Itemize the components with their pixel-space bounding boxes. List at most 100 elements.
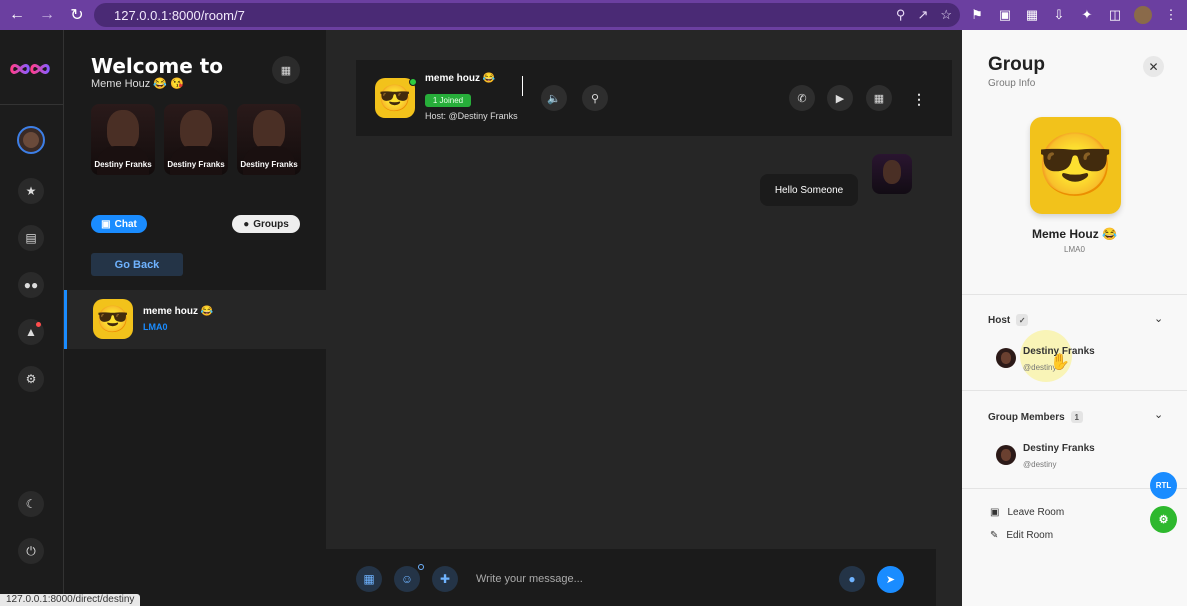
avatar[interactable] (996, 445, 1016, 465)
story-name: Destiny Franks (240, 160, 298, 169)
members-section-header[interactable]: Group Members 1 (988, 411, 1083, 423)
story-card[interactable]: Destiny Franks (91, 104, 155, 175)
zoom-icon[interactable]: ⚲ (896, 7, 906, 23)
edit-room-button[interactable]: ✎ Edit Room (990, 530, 1053, 541)
welcome-subtitle: Meme Houz 😂 😘 (91, 78, 184, 90)
sidebar-icon[interactable]: ◫ (1104, 4, 1126, 26)
settings-gear-icon[interactable]: ⚙ (1150, 506, 1177, 533)
extension-icon[interactable]: ▣ (994, 4, 1016, 26)
divider (962, 390, 1187, 391)
grid-icon[interactable]: ▦ (866, 85, 892, 111)
trash-icon: ▣ (990, 507, 1000, 518)
chat-bubble-icon: ▣ (101, 218, 111, 230)
sticker-icon[interactable]: ▦ (356, 566, 382, 592)
address-bar[interactable]: i 127.0.0.1:8000/room/7 ⚲ ↗ ☆ (94, 3, 1070, 47)
video-icon[interactable]: ▶ (827, 85, 853, 111)
room-name: meme houz 😂 (143, 306, 214, 317)
edit-icon: ✎ (990, 530, 999, 541)
star-icon[interactable]: ★ (18, 178, 44, 204)
bookmark-star-icon[interactable]: ☆ (940, 7, 952, 23)
app-logo[interactable] (6, 54, 56, 84)
chat-host: Host: @Destiny Franks (425, 111, 518, 121)
browser-toolbar: ← → ↻ i 127.0.0.1:8000/room/7 ⚲ ↗ ☆ ⚑ ▣ … (0, 0, 1187, 47)
room-avatar: 😎 (93, 299, 133, 339)
story-card[interactable]: Destiny Franks (164, 104, 228, 175)
story-card[interactable]: Destiny Franks (237, 104, 301, 175)
rail-divider (0, 104, 64, 105)
phone-icon[interactable]: ✆ (789, 85, 815, 111)
status-bar-url: 127.0.0.1:8000/direct/destiny (0, 594, 141, 606)
online-indicator (409, 78, 417, 86)
extension-icon[interactable]: ▦ (1021, 4, 1043, 26)
host-label: Host (988, 314, 1011, 326)
power-icon[interactable]: ⏻ (18, 538, 44, 564)
chat-button[interactable]: ▣ Chat (91, 215, 147, 233)
story-name: Destiny Franks (94, 160, 152, 169)
leave-room-button[interactable]: ▣ Leave Room (990, 507, 1064, 518)
room-list-item[interactable]: 😎 meme houz 😂 LMA0 (64, 290, 326, 349)
member-handle: @destiny (1023, 460, 1057, 469)
puzzle-icon[interactable]: ✦ (1076, 4, 1098, 26)
search-icon[interactable]: ⚲ (582, 85, 608, 111)
groups-label: Groups (253, 218, 289, 230)
bell-icon[interactable]: ▲ (18, 319, 44, 345)
chat-area: 😎 meme houz 😂 1 Joined Host: @Destiny Fr… (326, 30, 962, 606)
member-name[interactable]: Destiny Franks (1023, 443, 1095, 454)
grid-icon[interactable]: ▦ (272, 56, 300, 84)
message-composer: ▦ ☺ ✚ ● ➤ (326, 549, 936, 606)
group-avatar: 😎 (1030, 117, 1121, 214)
moon-icon[interactable]: ☾ (18, 491, 44, 517)
chat-label: Chat (114, 218, 137, 230)
side-panel: Welcome to Meme Houz 😂 😘 ▦ Destiny Frank… (64, 30, 326, 606)
message-avatar[interactable] (872, 154, 912, 194)
chat-header: 😎 meme houz 😂 1 Joined Host: @Destiny Fr… (356, 60, 952, 136)
download-icon[interactable]: ⇩ (1048, 4, 1070, 26)
welcome-title: Welcome to (91, 54, 224, 78)
profile-avatar[interactable] (1132, 4, 1154, 26)
send-button[interactable]: ➤ (877, 566, 904, 593)
back-icon[interactable]: ← (4, 2, 30, 28)
hand-pointer-icon: ✋ (1050, 354, 1070, 371)
users-icon: ● (243, 218, 250, 230)
story-name: Destiny Franks (167, 160, 225, 169)
share-icon[interactable]: ↗ (917, 7, 928, 23)
joined-badge: 1 Joined (425, 94, 471, 107)
group-description: LMA0 (1064, 245, 1085, 254)
panel-title: Group (988, 54, 1045, 75)
nav-rail: ★ ▤ ●● ▲ ⚙ ☾ ⏻ (0, 30, 64, 606)
forward-icon[interactable]: → (34, 2, 60, 28)
chevron-down-icon[interactable]: ⌄ (1154, 408, 1163, 421)
close-icon[interactable]: ✕ (1143, 56, 1164, 77)
message-bubble: Hello Someone (760, 174, 858, 206)
microphone-icon[interactable]: ● (839, 566, 865, 592)
text-cursor (522, 76, 523, 96)
divider (962, 294, 1187, 295)
chat-room-name: meme houz 😂 (425, 73, 496, 84)
bookmark-icon[interactable]: ⚑ (966, 4, 988, 26)
address-url: 127.0.0.1:8000/room/7 (114, 7, 245, 23)
members-label: Group Members (988, 411, 1065, 423)
members-count: 1 (1070, 411, 1083, 423)
avatar[interactable] (996, 348, 1016, 368)
leave-room-label: Leave Room (1007, 507, 1065, 518)
reload-icon[interactable]: ↻ (64, 2, 90, 28)
host-section-header[interactable]: Host ✓ (988, 314, 1029, 326)
emoji-icon[interactable]: ☺ (394, 564, 424, 592)
groups-button[interactable]: ● Groups (232, 215, 300, 233)
menu-icon[interactable]: ⋮ (1160, 4, 1182, 26)
check-icon: ✓ (1016, 314, 1029, 326)
edit-room-label: Edit Room (1006, 530, 1054, 541)
group-icon[interactable]: ●● (18, 272, 44, 298)
add-icon[interactable]: ✚ (432, 566, 458, 592)
group-name: Meme Houz 😂 (1032, 227, 1117, 241)
chevron-down-icon[interactable]: ⌄ (1154, 312, 1163, 325)
panel-subtitle: Group Info (988, 78, 1036, 89)
rtl-button[interactable]: RTL (1150, 472, 1177, 499)
message-input[interactable] (476, 569, 826, 589)
document-icon[interactable]: ▤ (18, 225, 44, 251)
gear-icon[interactable]: ⚙ (18, 366, 44, 392)
user-avatar[interactable] (17, 126, 45, 154)
more-icon[interactable]: ⋮ (912, 91, 926, 108)
speaker-icon[interactable]: 🔈 (541, 85, 567, 111)
go-back-button[interactable]: Go Back (91, 253, 183, 276)
